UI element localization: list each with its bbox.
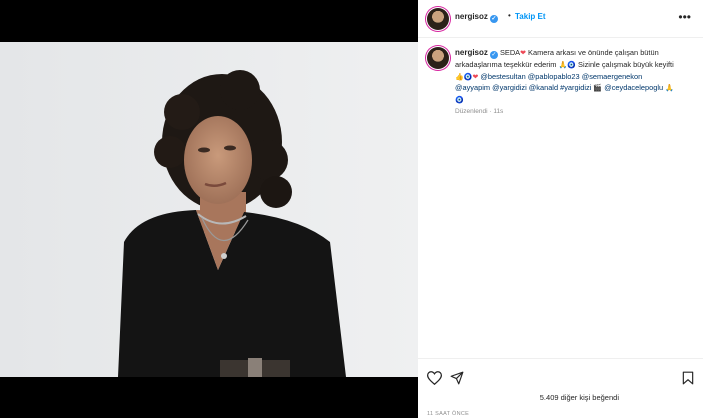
avatar[interactable]	[427, 47, 449, 69]
portrait-image	[0, 42, 418, 377]
caption-line2b: Sizinle çalışmak büyük keyifti	[578, 60, 674, 69]
action-bar: 5.409 diğer kişi beğendi 11 SAAT ÖNCE	[418, 358, 703, 418]
verified-icon: ✓	[489, 51, 498, 59]
nazar-emoji-icon: 🧿	[463, 73, 473, 81]
post-header: nergisoz ✓ • Takip Et •••	[418, 0, 703, 38]
mention-link[interactable]: @ayyapim	[455, 83, 490, 92]
post-media	[0, 0, 418, 418]
mention-link[interactable]: @yargidizi	[492, 83, 527, 92]
mention-link[interactable]: @semaergenekon	[582, 72, 643, 81]
nazar-emoji-icon: 🧿	[567, 62, 576, 69]
edited-time[interactable]: 11s	[493, 108, 503, 115]
avatar[interactable]	[427, 8, 449, 30]
heart-icon[interactable]	[427, 371, 442, 385]
ellipsis-icon[interactable]: •••	[678, 10, 691, 24]
posted-time: 11 SAAT ÖNCE	[427, 411, 470, 417]
edited-meta: Düzenlendi · 11s	[455, 108, 504, 115]
username[interactable]: nergisoz ✓	[455, 12, 498, 23]
separator-dot: •	[508, 11, 511, 20]
praying-hands-emoji-icon: 🙏	[558, 62, 568, 69]
hashtag-link[interactable]: #yargidizi	[560, 83, 591, 92]
mention-link[interactable]: @bestesultan	[480, 72, 525, 81]
edited-label: Düzenlendi	[455, 108, 488, 115]
caption-section: nergisoz ✓ SEDA❤ Kamera arkası ve önünde …	[418, 38, 703, 358]
heart-emoji-icon: ❤	[472, 73, 479, 81]
likes-count[interactable]: 5.409 diğer kişi beğendi	[540, 393, 619, 402]
share-icon[interactable]	[450, 371, 464, 385]
nazar-emoji-icon: 🧿	[455, 96, 464, 104]
verified-icon: ✓	[489, 15, 498, 23]
post-sidebar: nergisoz ✓ • Takip Et ••• nergisoz ✓ SEDA❤…	[418, 0, 703, 418]
username-text[interactable]: nergisoz	[455, 12, 488, 21]
clapperboard-emoji-icon: 🎬	[593, 85, 603, 93]
bookmark-icon[interactable]	[682, 371, 694, 385]
praying-hands-emoji-icon: 🙏	[665, 85, 674, 93]
post-photo[interactable]	[0, 42, 418, 377]
follow-button[interactable]: Takip Et	[515, 12, 546, 21]
mention-link[interactable]: @kanald	[529, 83, 558, 92]
caption-text: nergisoz ✓ SEDA❤ Kamera arkası ve önünde …	[455, 47, 691, 105]
mention-link[interactable]: @pablopablo23	[528, 72, 580, 81]
caption-line2: arkadaşlarıma teşekkür ederim	[455, 60, 557, 69]
caption-line1: Kamera arkası ve önünde çalışan bütün	[528, 48, 659, 57]
caption-name-tag: SEDA	[499, 48, 521, 57]
mention-link[interactable]: @ceydacelepoglu	[604, 83, 663, 92]
thumbs-up-emoji-icon: 👍	[455, 73, 464, 81]
heart-emoji-icon: ❤	[520, 50, 526, 57]
caption-username[interactable]: nergisoz	[455, 48, 488, 57]
